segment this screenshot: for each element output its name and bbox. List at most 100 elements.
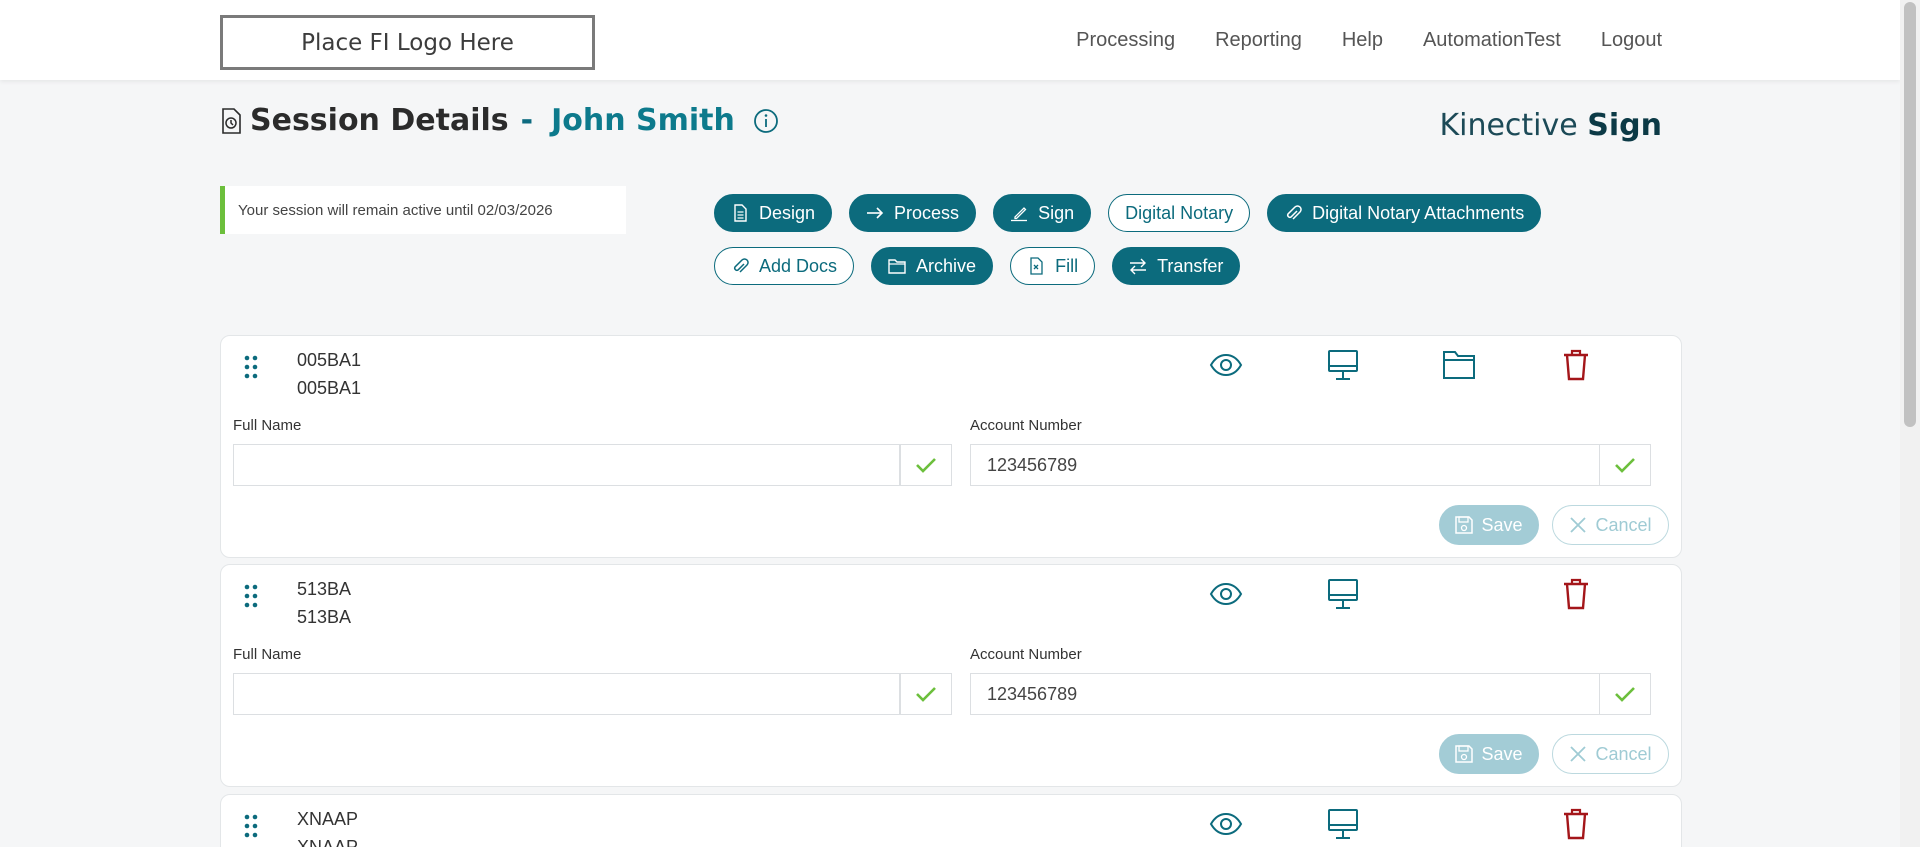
full-name-label: Full Name — [233, 417, 302, 434]
confirm-account-number-button[interactable] — [1599, 673, 1651, 715]
view-eye-icon[interactable] — [1209, 348, 1243, 382]
check-icon — [916, 687, 936, 702]
session-notice: Your session will remain active until 02… — [220, 186, 626, 234]
signer-name: John Smith — [551, 103, 735, 138]
paperclip-icon — [1287, 205, 1302, 220]
document-history-icon — [222, 107, 241, 134]
save-icon — [1455, 516, 1474, 534]
document-code: 005BA1 005BA1 — [297, 346, 361, 402]
digital-notary-attachments-button[interactable]: Digital Notary Attachments — [1267, 194, 1542, 232]
fill-button[interactable]: Fill — [1010, 247, 1096, 285]
account-number-input[interactable]: 123456789 — [970, 673, 1600, 715]
document-code-primary: 005BA1 — [297, 350, 362, 370]
folder-icon[interactable] — [1442, 348, 1476, 382]
nav-logout[interactable]: Logout — [1601, 29, 1662, 52]
confirm-full-name-button[interactable] — [900, 673, 952, 715]
main-nav: Processing Reporting Help AutomationTest… — [1076, 29, 1662, 52]
document-code: 513BA 513BA — [297, 575, 351, 631]
document-code-secondary: 513BA — [297, 607, 352, 627]
monitor-icon[interactable] — [1326, 807, 1360, 841]
monitor-icon[interactable] — [1326, 577, 1360, 611]
pen-icon — [1011, 207, 1028, 222]
document-card: 005BA1 005BA1 Full Name Account Number 1… — [220, 335, 1682, 558]
brand-light-text: Kinective — [1439, 108, 1578, 143]
add-docs-label: Add Docs — [759, 255, 838, 276]
digital-notary-attachments-label: Digital Notary Attachments — [1312, 202, 1525, 223]
monitor-icon[interactable] — [1326, 348, 1360, 382]
nav-reporting[interactable]: Reporting — [1215, 29, 1302, 52]
drag-handle-icon[interactable] — [243, 583, 259, 609]
save-button[interactable]: Save — [1439, 734, 1539, 774]
page-title: Session Details — [250, 103, 509, 138]
account-number-label: Account Number — [970, 646, 1082, 663]
save-label: Save — [1481, 514, 1523, 535]
check-icon — [1615, 458, 1635, 473]
full-name-input[interactable] — [233, 673, 900, 715]
document-code: XNAAP XNAAP — [297, 805, 358, 847]
document-icon — [734, 204, 747, 222]
digital-notary-label: Digital Notary — [1125, 202, 1234, 223]
transfer-label: Transfer — [1157, 255, 1224, 276]
transfer-button[interactable]: Transfer — [1112, 247, 1241, 285]
confirm-full-name-button[interactable] — [900, 444, 952, 486]
nav-user[interactable]: AutomationTest — [1423, 29, 1561, 52]
nav-help[interactable]: Help — [1342, 29, 1383, 52]
folder-icon — [888, 259, 906, 274]
title-separator: - — [520, 103, 534, 138]
trash-icon[interactable] — [1559, 577, 1593, 611]
save-button[interactable]: Save — [1439, 505, 1539, 545]
document-card: 513BA 513BA Full Name Account Number 123… — [220, 564, 1682, 787]
cancel-button[interactable]: Cancel — [1552, 505, 1669, 545]
fill-label: Fill — [1055, 255, 1079, 276]
full-name-input[interactable] — [233, 444, 900, 486]
confirm-account-number-button[interactable] — [1599, 444, 1651, 486]
action-buttons: Design Process Sign Digital Notary Digit… — [714, 194, 1594, 300]
paperclip-icon — [733, 258, 749, 273]
add-docs-button[interactable]: Add Docs — [714, 247, 855, 285]
cancel-button[interactable]: Cancel — [1552, 734, 1669, 774]
transfer-icon — [1130, 258, 1147, 275]
digital-notary-button[interactable]: Digital Notary — [1108, 194, 1251, 232]
arrow-right-icon — [867, 207, 884, 219]
process-label: Process — [894, 202, 960, 223]
archive-label: Archive — [916, 255, 977, 276]
close-icon — [1570, 746, 1587, 762]
doc-x-icon — [1030, 257, 1043, 275]
nav-processing[interactable]: Processing — [1076, 29, 1175, 52]
account-number-label: Account Number — [970, 417, 1082, 434]
document-code-secondary: XNAAP — [297, 837, 359, 847]
document-code-primary: 513BA — [297, 579, 352, 599]
close-icon — [1570, 517, 1587, 533]
sign-button[interactable]: Sign — [993, 194, 1092, 232]
info-icon[interactable] — [753, 108, 779, 134]
cancel-label: Cancel — [1595, 743, 1652, 764]
check-icon — [1615, 687, 1635, 702]
save-icon — [1455, 745, 1474, 763]
view-eye-icon[interactable] — [1209, 807, 1243, 841]
drag-handle-icon[interactable] — [243, 354, 259, 380]
cancel-label: Cancel — [1595, 514, 1652, 535]
brand-bold-text: Sign — [1587, 108, 1662, 143]
sign-label: Sign — [1038, 202, 1075, 223]
document-card: XNAAP XNAAP — [220, 794, 1682, 847]
design-label: Design — [759, 202, 816, 223]
trash-icon[interactable] — [1559, 348, 1593, 382]
brand-logo: Kinective Sign — [1439, 108, 1662, 143]
archive-button[interactable]: Archive — [871, 247, 994, 285]
top-bar: Place FI Logo Here Processing Reporting … — [0, 0, 1900, 80]
design-button[interactable]: Design — [714, 194, 833, 232]
view-eye-icon[interactable] — [1209, 577, 1243, 611]
full-name-label: Full Name — [233, 646, 302, 663]
drag-handle-icon[interactable] — [243, 813, 259, 839]
page-scrollbar[interactable] — [1900, 0, 1920, 847]
scrollbar-thumb[interactable] — [1904, 2, 1916, 427]
document-code-secondary: 005BA1 — [297, 378, 362, 398]
account-number-input[interactable]: 123456789 — [970, 444, 1600, 486]
trash-icon[interactable] — [1559, 807, 1593, 841]
document-code-primary: XNAAP — [297, 809, 359, 829]
save-label: Save — [1481, 743, 1523, 764]
logo-placeholder[interactable]: Place FI Logo Here — [220, 15, 595, 70]
page-title-row: Session Details - John Smith — [220, 103, 779, 138]
check-icon — [916, 458, 936, 473]
process-button[interactable]: Process — [849, 194, 977, 232]
